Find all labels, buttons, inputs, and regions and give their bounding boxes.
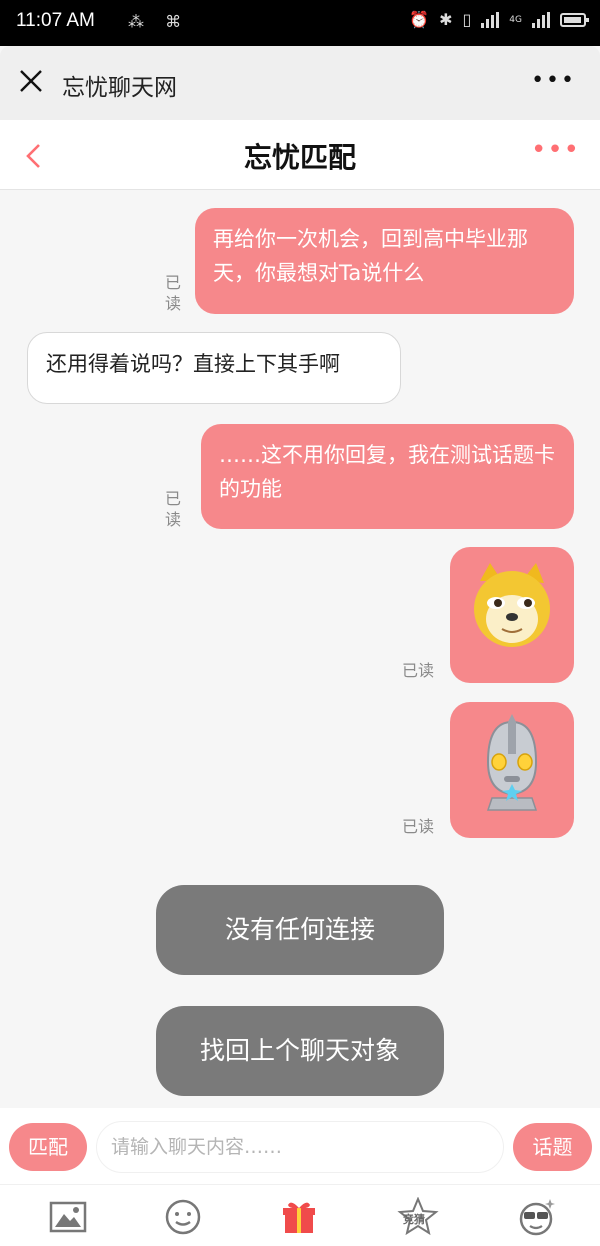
guess-button[interactable]: 竞猜	[396, 1197, 440, 1237]
more-icon[interactable]: •••	[531, 70, 576, 92]
cool-face-icon[interactable]	[516, 1197, 556, 1237]
message-bubble-sent[interactable]: 再给你一次机会，回到高中毕业那天，你最想对Ta说什么	[195, 208, 574, 314]
battery-icon	[560, 12, 589, 27]
message-bubble-sent[interactable]: ……这不用你回复，我在测试话题卡的功能	[201, 424, 574, 529]
status-icons: ⏰ ✱ ▯ 4G	[409, 10, 589, 29]
status-time: 11:07 AM	[16, 10, 95, 31]
gift-icon[interactable]	[279, 1197, 319, 1237]
chat-input[interactable]: 请输入聊天内容……	[96, 1121, 504, 1173]
guess-label: 竞猜	[403, 1213, 425, 1226]
emoji-icon[interactable]	[163, 1197, 203, 1237]
bottom-toolbar: 竞猜	[0, 1184, 600, 1246]
match-button[interactable]: 匹配	[9, 1123, 87, 1171]
browser-header: 忘忧聊天网 •••	[0, 46, 600, 120]
vibrate-icon: ▯	[462, 10, 472, 29]
no-connection-button[interactable]: 没有任何连接	[156, 885, 444, 975]
read-status: 已读	[402, 817, 435, 836]
find-last-partner-button[interactable]: 找回上个聊天对象	[156, 1006, 444, 1096]
topic-button[interactable]: 话题	[513, 1123, 592, 1171]
alarm-icon: ⏰	[409, 10, 430, 29]
app-header: 忘忧匹配 •••	[0, 120, 600, 190]
sticker-bubble[interactable]	[450, 702, 574, 838]
read-status: 已读	[165, 273, 182, 313]
browser-title: 忘忧聊天网	[62, 75, 177, 101]
image-icon[interactable]	[48, 1197, 88, 1237]
signal-icon	[481, 11, 500, 28]
chat-area[interactable]: 已读 再给你一次机会，回到高中毕业那天，你最想对Ta说什么 还用得着说吗？直接上…	[0, 190, 600, 1108]
read-status: 已读	[165, 489, 182, 529]
message-bubble-received[interactable]: 还用得着说吗？直接上下其手啊	[27, 332, 401, 404]
ultraman-emoji-icon	[486, 714, 538, 811]
menu-dots-icon[interactable]: •••	[531, 137, 580, 163]
network-type: 4G	[509, 14, 522, 25]
notification-icons: ⁂ ⌘	[128, 12, 190, 31]
read-status: 已读	[402, 661, 435, 680]
sticker-bubble[interactable]	[450, 547, 574, 683]
bluetooth-icon: ✱	[439, 10, 453, 29]
input-bar: 匹配 请输入聊天内容…… 话题	[0, 1108, 600, 1184]
status-bar: 11:07 AM ⁂ ⌘ ⏰ ✱ ▯ 4G	[0, 0, 600, 46]
doge-emoji-icon	[474, 563, 550, 647]
close-icon[interactable]	[18, 68, 44, 94]
signal-icon-2	[532, 11, 550, 28]
page-title: 忘忧匹配	[243, 141, 356, 174]
